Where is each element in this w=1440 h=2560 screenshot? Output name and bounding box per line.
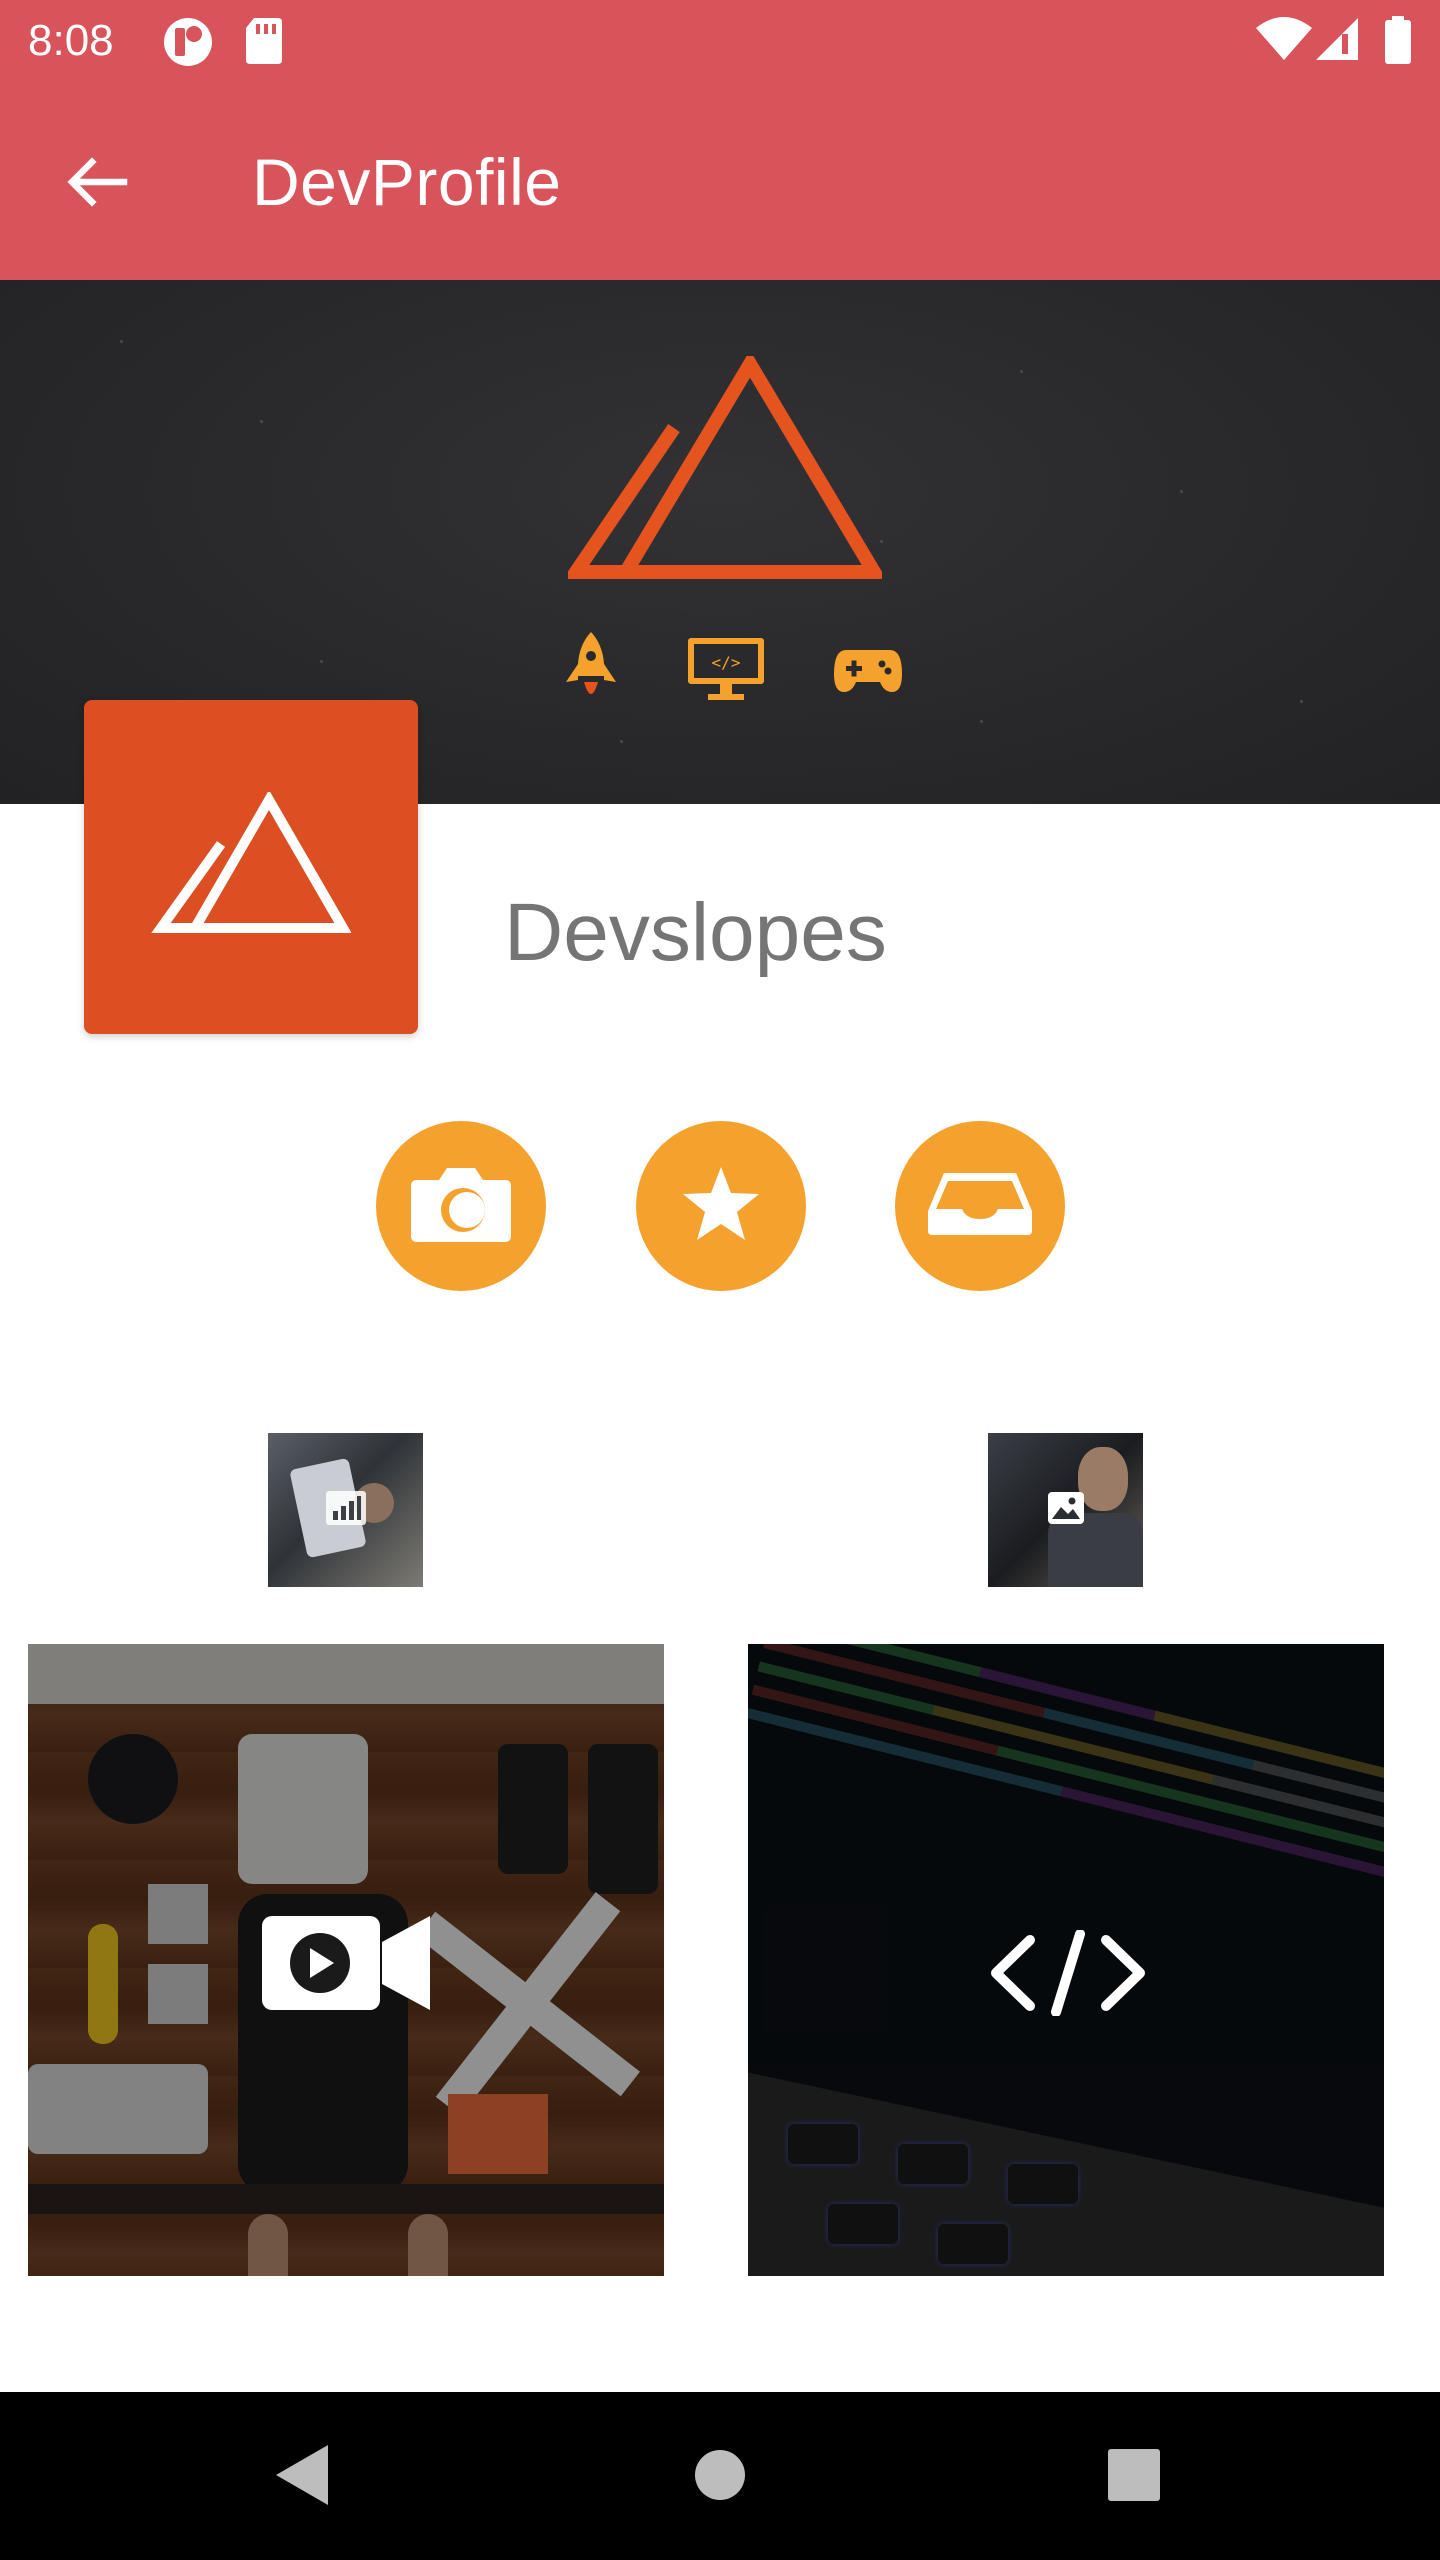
- signal-icon: [1314, 16, 1360, 67]
- status-bar: 8:08: [0, 0, 1440, 84]
- nav-back-button[interactable]: [256, 2432, 346, 2522]
- recents-square-icon: [1107, 2448, 1161, 2507]
- camera-button[interactable]: [376, 1121, 546, 1291]
- svg-text:</>: </>: [712, 653, 741, 672]
- code-icon: [988, 1929, 1148, 2021]
- mountain-logo-icon: [562, 350, 887, 587]
- back-button[interactable]: [48, 136, 144, 232]
- video-camera-icon: [260, 1912, 432, 2019]
- battery-icon: [1384, 16, 1412, 69]
- notification-icon: [162, 16, 218, 73]
- star-button[interactable]: [636, 1121, 806, 1291]
- thumbnail-analytics[interactable]: [268, 1433, 423, 1587]
- app-title: DevProfile: [252, 145, 562, 219]
- rocket-icon: [560, 630, 622, 711]
- thumbnail-developer[interactable]: [988, 1433, 1143, 1587]
- nav-home-button[interactable]: [675, 2432, 765, 2522]
- status-time: 8:08: [28, 16, 114, 65]
- camera-icon: [409, 1164, 513, 1249]
- chart-icon: [325, 1490, 366, 1530]
- code-tile[interactable]: [748, 1644, 1384, 2276]
- image-icon: [1047, 1491, 1084, 1529]
- sd-card-icon: [244, 16, 284, 71]
- back-triangle-icon: [272, 2443, 330, 2512]
- star-icon: [681, 1165, 761, 1248]
- profile-name: Devslopes: [504, 887, 887, 978]
- mountain-logo-icon: [151, 789, 352, 943]
- gamepad-icon: [832, 644, 904, 701]
- arrow-back-icon: [64, 154, 128, 215]
- system-nav-bar: [0, 2392, 1440, 2560]
- app-bar: DevProfile: [0, 84, 1440, 280]
- nav-recents-button[interactable]: [1089, 2432, 1179, 2522]
- profile-logo: [84, 700, 418, 1034]
- wifi-icon: [1254, 16, 1314, 67]
- inbox-button[interactable]: [895, 1121, 1065, 1291]
- code-monitor-icon: </>: [686, 636, 766, 709]
- video-tile[interactable]: [28, 1644, 664, 2276]
- inbox-icon: [926, 1171, 1034, 1242]
- home-circle-icon: [693, 2448, 747, 2507]
